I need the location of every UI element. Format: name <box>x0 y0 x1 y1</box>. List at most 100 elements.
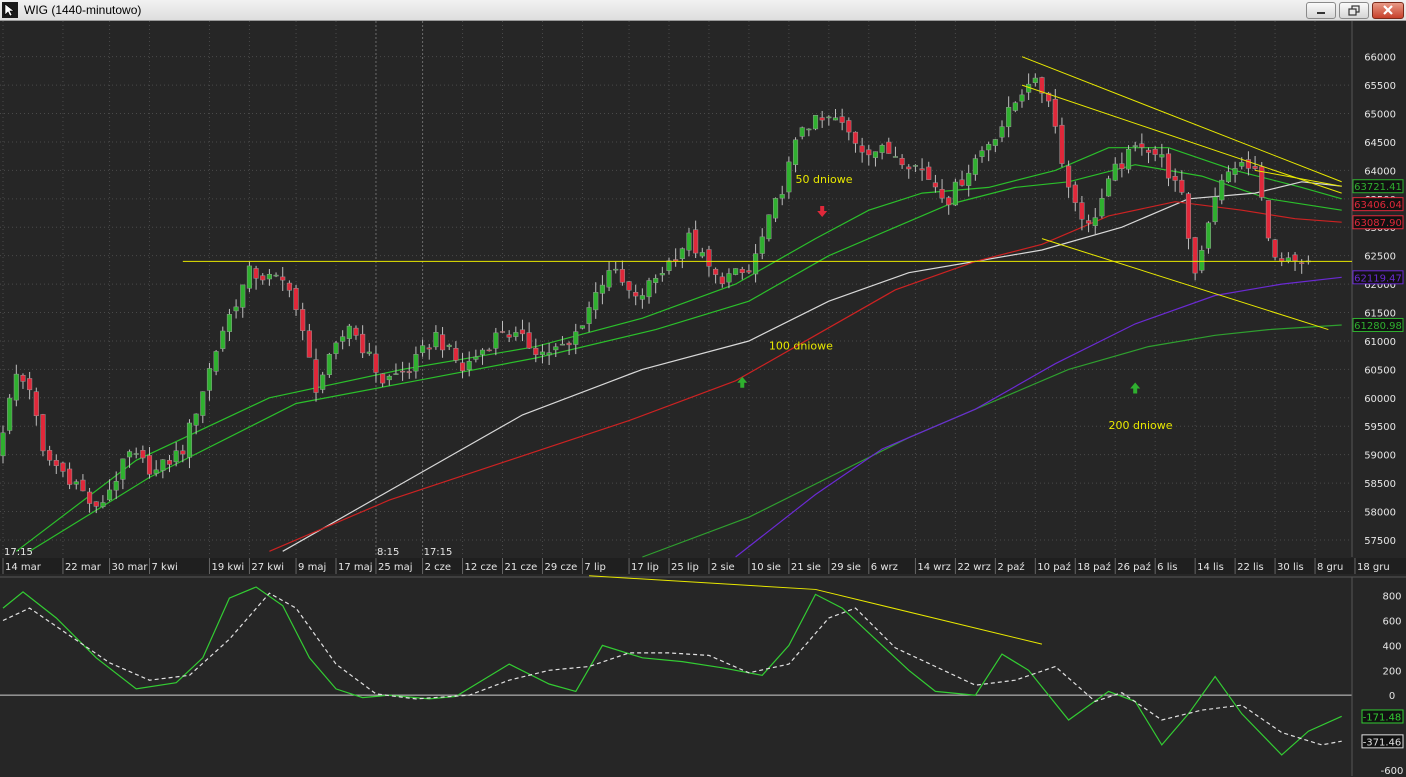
candle[interactable] <box>40 413 46 457</box>
price-tick-label: 65000 <box>1364 110 1396 121</box>
main-grid <box>0 21 1406 574</box>
date-tick-label: 14 wrz <box>917 562 950 573</box>
ma-annotation-label: 100 dniowe <box>769 339 833 352</box>
date-tick-label: 25 maj <box>378 562 413 573</box>
date-tick-label: 2 cze <box>425 562 451 573</box>
oscillator-value-tag: -371.46 <box>1361 734 1404 749</box>
date-tick-label: 21 cze <box>505 562 538 573</box>
price-tick-label: 62500 <box>1364 252 1396 263</box>
oscillator-tick-label: 0 <box>1389 691 1395 702</box>
time-label: 17:15 <box>4 547 33 558</box>
date-tick-label: 26 paź <box>1117 561 1151 573</box>
candle[interactable] <box>733 268 739 276</box>
minimize-icon <box>1317 12 1325 14</box>
date-tick-label: 10 paź <box>1037 561 1071 573</box>
candle[interactable] <box>1125 145 1132 174</box>
date-tick-label: 25 lip <box>671 562 699 573</box>
date-tick-label: 9 maj <box>298 562 326 573</box>
price-tick-label: 60500 <box>1364 365 1396 376</box>
price-value-tag: 63721.41 <box>1352 179 1404 194</box>
oscillator-value-text: -171.48 <box>1363 712 1402 723</box>
price-tick-label: 66000 <box>1364 53 1396 64</box>
date-tick-label: 7 lip <box>584 562 605 573</box>
oscillator-tick-label: 400 <box>1382 641 1401 652</box>
candle[interactable] <box>1106 175 1112 197</box>
date-tick-label: 8 gru <box>1317 562 1343 573</box>
date-tick-label: 22 mar <box>65 562 102 573</box>
restore-button[interactable] <box>1339 2 1369 19</box>
price-tick-label: 61000 <box>1364 337 1396 348</box>
date-tick-label: 18 gru <box>1357 562 1390 573</box>
candle[interactable] <box>1272 238 1278 261</box>
candle[interactable] <box>773 197 779 223</box>
candle[interactable] <box>213 349 219 376</box>
title-bar[interactable]: WIG (1440-minutowo) <box>0 0 1406 21</box>
date-tick-label: 27 kwi <box>251 562 284 573</box>
oscillator-grid <box>0 576 1406 776</box>
candle[interactable] <box>1265 200 1271 242</box>
date-tick-label: 29 cze <box>544 562 577 573</box>
price-value-text: 62119.47 <box>1354 273 1402 284</box>
oscillator-value-tag: -171.48 <box>1361 709 1404 724</box>
candle[interactable] <box>326 352 332 378</box>
date-tick-label: 7 kwi <box>152 562 178 573</box>
window-title: WIG (1440-minutowo) <box>24 3 142 17</box>
oscillator-tick-label: 600 <box>1382 617 1401 628</box>
price-value-text: 61280.98 <box>1354 321 1402 332</box>
price-tick-label: 57500 <box>1364 536 1396 547</box>
minimize-button[interactable] <box>1306 2 1336 19</box>
price-tick-label: 58000 <box>1364 508 1396 519</box>
price-value-text: 63721.41 <box>1354 182 1402 193</box>
price-tick-label: 64000 <box>1364 166 1396 177</box>
time-label: 17:15 <box>424 547 453 558</box>
date-tick-label: 12 cze <box>465 562 498 573</box>
time-label: 8:15 <box>377 547 399 558</box>
date-tick-label: 2 paź <box>997 561 1024 573</box>
date-tick-label: 14 mar <box>5 562 42 573</box>
price-tick-label: 60000 <box>1364 394 1396 405</box>
price-value-tag: 63087.90 <box>1352 215 1404 230</box>
oscillator-tick-label: 800 <box>1382 592 1401 603</box>
price-value-text: 63087.90 <box>1354 218 1402 229</box>
date-tick-label: 2 sie <box>711 562 735 573</box>
oscillator-tick-label: 200 <box>1382 666 1401 677</box>
price-tick-label: 58500 <box>1364 479 1396 490</box>
candle[interactable] <box>812 115 819 131</box>
date-tick-label: 22 wrz <box>957 562 990 573</box>
date-tick-label: 6 wrz <box>871 562 898 573</box>
candle[interactable] <box>7 394 13 435</box>
date-tick-label: 19 kwi <box>211 562 244 573</box>
price-tick-label: 65500 <box>1364 81 1396 92</box>
price-chart[interactable]: 50 dniowe 100 dniowe 200 dniowe 57500 58000… <box>0 21 1406 777</box>
candle[interactable] <box>1012 101 1018 113</box>
candle[interactable] <box>766 214 772 242</box>
candle[interactable] <box>1059 117 1065 168</box>
date-tick-label: 17 maj <box>338 562 373 573</box>
date-tick-label: 10 sie <box>751 562 781 573</box>
date-tick-label: 29 sie <box>831 562 861 573</box>
oscillator-tick-label: -600 <box>1381 766 1404 777</box>
price-tick-label: 61500 <box>1364 309 1396 320</box>
oscillator-panel-bg <box>0 577 1406 776</box>
date-tick-label: 6 lis <box>1157 562 1177 573</box>
date-tick-label: 17 lip <box>631 562 659 573</box>
oscillator-value-text: -371.46 <box>1363 737 1402 748</box>
chart-window: WIG (1440-minutowo) 50 dniowe 100 dniowe 2… <box>0 0 1406 777</box>
price-value-tag: 61280.98 <box>1352 317 1404 332</box>
date-tick-label: 14 lis <box>1197 562 1224 573</box>
date-tick-label: 22 lis <box>1237 562 1264 573</box>
cursor-arrow-icon <box>2 2 18 18</box>
close-button[interactable] <box>1372 2 1404 19</box>
price-value-tag: 62119.47 <box>1352 270 1404 285</box>
candle[interactable] <box>1259 162 1265 201</box>
date-tick-label: 18 paź <box>1077 561 1111 573</box>
date-tick-label: 30 mar <box>112 562 149 573</box>
ma-annotation-label: 50 dniowe <box>796 173 853 186</box>
date-tick-label: 21 sie <box>791 562 821 573</box>
date-tick-label: 30 lis <box>1277 562 1304 573</box>
price-tick-label: 59500 <box>1364 422 1396 433</box>
price-tick-label: 64500 <box>1364 138 1396 149</box>
price-value-text: 63406.04 <box>1354 200 1402 211</box>
ma-annotation-label: 200 dniowe <box>1109 419 1173 432</box>
candle[interactable] <box>952 178 958 207</box>
